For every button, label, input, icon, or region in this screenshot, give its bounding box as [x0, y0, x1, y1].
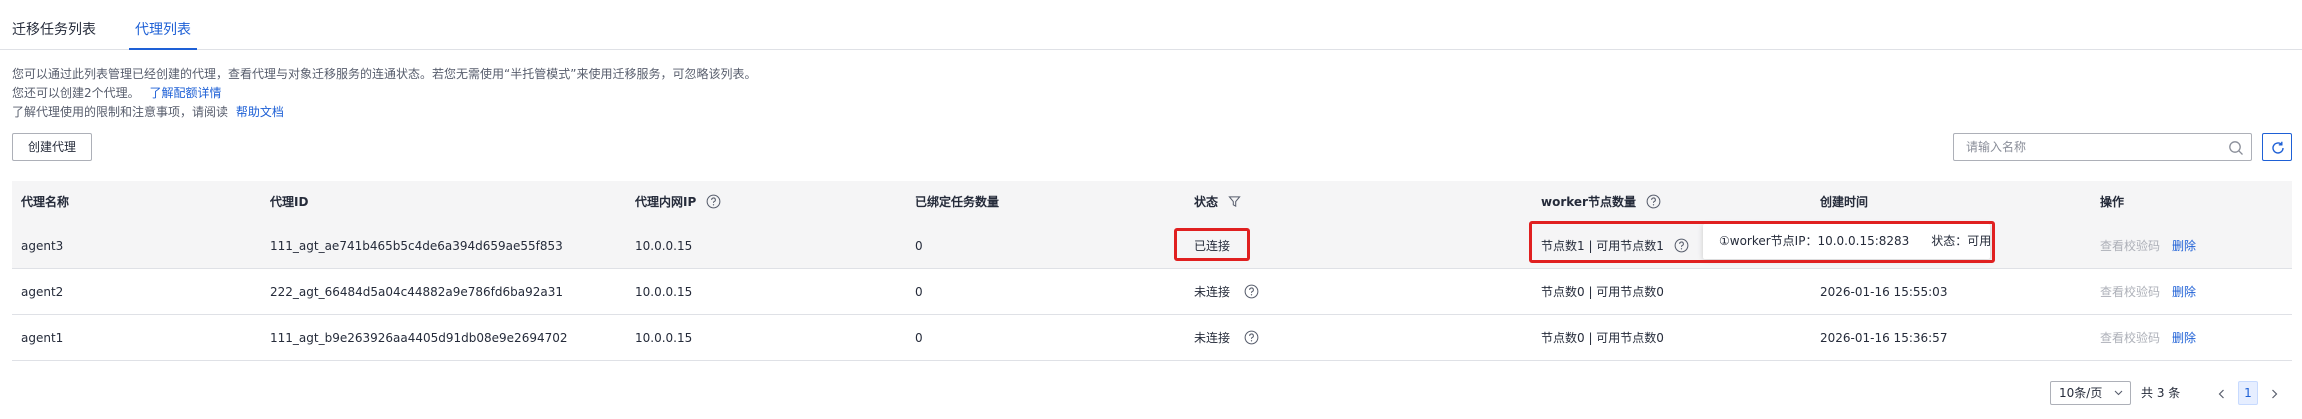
help-icon[interactable] — [1646, 194, 1661, 209]
col-agent-id: 代理ID — [270, 195, 309, 209]
help-icon[interactable] — [1244, 330, 1259, 345]
help-icon[interactable] — [706, 194, 721, 209]
worker-node-count: 节点数1 | 可用节点数1 — [1541, 239, 1664, 253]
intro-line-3: 了解代理使用的限制和注意事项，请阅读 帮助文档 — [12, 104, 284, 120]
refresh-icon — [2272, 141, 2284, 154]
search-icon[interactable] — [2228, 140, 2244, 156]
cell-agent-name: agent2 — [21, 285, 64, 299]
col-operations: 操作 — [2100, 195, 2125, 209]
cell-status: 未连接 — [1194, 269, 1259, 315]
pagination-total: 共 3 条 — [2141, 386, 2181, 400]
cell-agent-id: 222_agt_66484d5a04c44882a9e786fd6ba92a31 — [270, 285, 564, 299]
delete-button[interactable]: 删除 — [2172, 285, 2196, 299]
chevron-left-icon — [2218, 389, 2224, 399]
refresh-button[interactable] — [2262, 133, 2292, 161]
worker-node-tooltip: ①worker节点IP：10.0.0.15:8283 状态：可用 — [1703, 224, 1992, 259]
tooltip-worker-ip: ①worker节点IP：10.0.0.15:8283 — [1719, 234, 1910, 248]
cell-bound-tasks: 0 — [915, 331, 923, 345]
status-text: 未连接 — [1194, 285, 1231, 299]
cell-agent-id: 111_agt_b9e263926aa4405d91db08e9e2694702 — [270, 331, 568, 345]
chevron-right-icon — [2271, 389, 2277, 399]
col-bound-tasks: 已绑定任务数量 — [915, 195, 1000, 209]
delete-button[interactable]: 删除 — [2172, 331, 2196, 345]
page-size-value: 10条/页 — [2059, 386, 2103, 400]
active-tab-indicator — [129, 48, 197, 50]
col-worker-nodes-label: worker节点数量 — [1541, 195, 1636, 209]
col-created-time: 创建时间 — [1820, 195, 1869, 209]
quota-details-link[interactable]: 了解配额详情 — [149, 86, 221, 100]
col-worker-nodes: worker节点数量 — [1541, 181, 1661, 223]
table-row: agent1 111_agt_b9e263926aa4405d91db08e9e… — [12, 315, 2292, 361]
quota-text: 您还可以创建2个代理。 — [12, 86, 140, 100]
tab-agent-list[interactable]: 代理列表 — [135, 20, 191, 40]
cell-operations: 查看校验码 删除 — [2100, 269, 2196, 315]
cell-status: 已连接 — [1194, 239, 1231, 253]
cell-created-time: 2026-01-16 15:36:57 — [1820, 331, 1948, 345]
cell-bound-tasks: 0 — [915, 239, 923, 253]
page-number-button[interactable]: 1 — [2238, 381, 2258, 405]
view-checksum-button[interactable]: 查看校验码 — [2100, 331, 2160, 345]
cell-operations: 查看校验码 删除 — [2100, 223, 2196, 269]
cell-operations: 查看校验码 删除 — [2100, 315, 2196, 361]
col-agent-ip: 代理内网IP — [635, 181, 721, 223]
col-status-label: 状态 — [1194, 195, 1219, 209]
delete-button[interactable]: 删除 — [2172, 239, 2196, 253]
help-doc-link[interactable]: 帮助文档 — [236, 105, 284, 119]
tab-migration-tasks[interactable]: 迁移任务列表 — [12, 20, 96, 40]
cell-status: 未连接 — [1194, 315, 1259, 361]
next-page-button[interactable] — [2266, 381, 2282, 405]
cell-bound-tasks: 0 — [915, 285, 923, 299]
chevron-down-icon — [2114, 390, 2123, 396]
cell-worker-nodes: 节点数0 | 可用节点数0 — [1541, 331, 1664, 345]
prev-page-button[interactable] — [2213, 381, 2229, 405]
tab-bar: 迁移任务列表 代理列表 — [0, 0, 2302, 50]
page-size-select[interactable]: 10条/页 — [2050, 381, 2131, 405]
cell-created-time: 2026-01-16 15:55:03 — [1820, 285, 1948, 299]
help-icon[interactable] — [1674, 238, 1689, 253]
help-icon[interactable] — [1244, 284, 1259, 299]
intro-line-2: 您还可以创建2个代理。 了解配额详情 — [12, 85, 221, 101]
search-box — [1953, 133, 2252, 161]
view-checksum-button[interactable]: 查看校验码 — [2100, 239, 2160, 253]
cell-agent-name: agent1 — [21, 331, 64, 345]
cell-agent-id: 111_agt_ae741b465b5c4de6a394d659ae55f853 — [270, 239, 563, 253]
col-agent-name: 代理名称 — [21, 195, 70, 209]
cell-worker-nodes: 节点数0 | 可用节点数0 — [1541, 285, 1664, 299]
cell-agent-name: agent3 — [21, 239, 64, 253]
view-checksum-button[interactable]: 查看校验码 — [2100, 285, 2160, 299]
table-row: agent2 222_agt_66484d5a04c44882a9e786fd6… — [12, 269, 2292, 315]
create-agent-button[interactable]: 创建代理 — [12, 133, 92, 161]
tooltip-worker-state: 状态：可用 — [1931, 234, 1992, 248]
filter-icon[interactable] — [1228, 195, 1241, 208]
cell-worker-nodes: 节点数1 | 可用节点数1 — [1541, 223, 1689, 269]
intro-line-1: 您可以通过此列表管理已经创建的代理，查看代理与对象迁移服务的连通状态。若您无需使… — [12, 67, 757, 81]
table-header: 代理名称 代理ID 代理内网IP 已绑定任务数量 状态 worker节点数量 创… — [12, 181, 2292, 223]
cell-agent-ip: 10.0.0.15 — [635, 239, 693, 253]
col-status: 状态 — [1194, 181, 1241, 223]
status-text: 未连接 — [1194, 331, 1231, 345]
search-input[interactable] — [1966, 138, 2216, 156]
usage-limits-text: 了解代理使用的限制和注意事项，请阅读 — [12, 105, 229, 119]
cell-agent-ip: 10.0.0.15 — [635, 285, 693, 299]
col-agent-ip-label: 代理内网IP — [635, 195, 697, 209]
cell-agent-ip: 10.0.0.15 — [635, 331, 693, 345]
